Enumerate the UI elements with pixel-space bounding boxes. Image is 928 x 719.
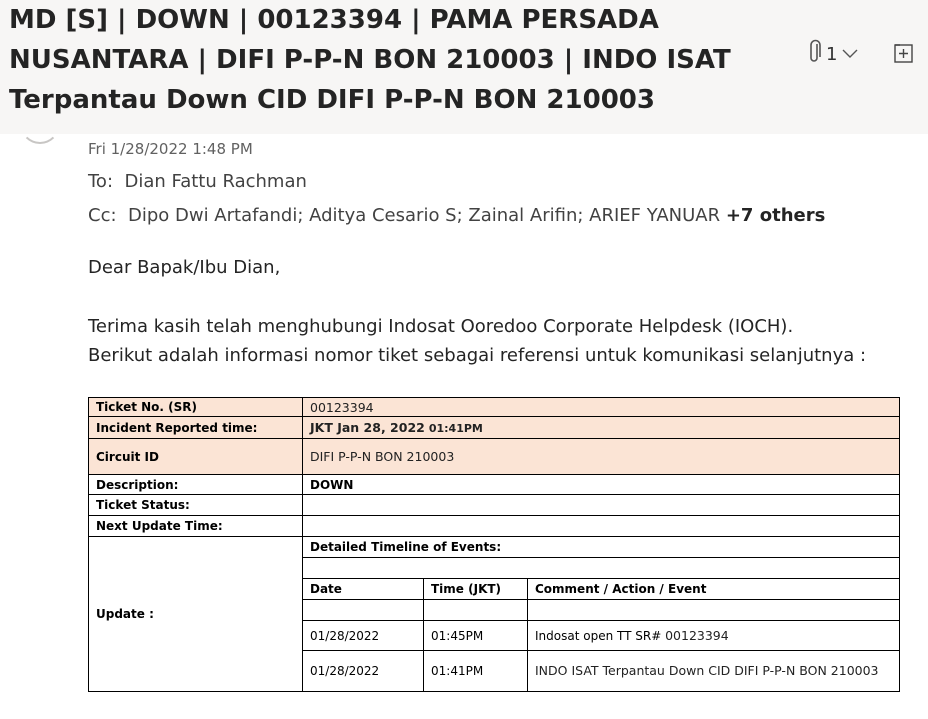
timeline-blank — [303, 599, 424, 621]
description-label: Description: — [88, 474, 303, 495]
chevron-down-icon — [841, 45, 859, 64]
intro-line: Terima kasih telah menghubungi Indosat O… — [88, 316, 794, 337]
reported-time-label: Incident Reported time: — [88, 416, 303, 439]
circuit-id-label: Circuit ID — [88, 438, 303, 475]
subject-line: MD [S] | DOWN | 00123394 | PAMA PERSADA — [9, 5, 659, 35]
reported-time: 01:41PM — [428, 422, 483, 435]
timeline-table: Detailed Timeline of Events: Date Time (… — [303, 537, 899, 691]
circuit-id-value: DIFI P-P-N BON 210003 — [302, 438, 900, 475]
timeline-blank — [423, 599, 528, 621]
timeline-date: 01/28/2022 — [303, 650, 424, 691]
intro-paragraph: Terima kasih telah menghubungi Indosat O… — [88, 312, 866, 370]
timeline-comment: INDO ISAT Terpantau Down CID DIFI P-P-N … — [527, 650, 899, 691]
timeline-title: Detailed Timeline of Events: — [303, 537, 899, 558]
timeline-row: 01/28/2022 01:41PM INDO ISAT Terpantau D… — [303, 650, 899, 691]
timeline-header-time: Time (JKT) — [423, 578, 528, 600]
timeline-comment: Indosat open TT SR# 00123394 — [527, 620, 899, 651]
table-row: Next Update Time: — [88, 515, 900, 537]
subject-line: Terpantau Down CID DIFI P-P-N BON 210003 — [9, 85, 655, 115]
cc-label: Cc: — [88, 205, 117, 226]
to-recipients: To: Dian Fattu Rachman — [88, 171, 307, 192]
ticket-table: Ticket No. (SR) 00123394 Incident Report… — [88, 397, 900, 692]
table-row: Update : Detailed Timeline of Events: Da… — [88, 536, 900, 692]
timeline-cell: Detailed Timeline of Events: Date Time (… — [302, 536, 900, 692]
update-label: Update : — [88, 536, 303, 692]
timeline-spacer — [303, 557, 899, 579]
ticket-no-label: Ticket No. (SR) — [88, 397, 303, 417]
table-row: Circuit ID DIFI P-P-N BON 210003 — [88, 438, 900, 475]
cc-list[interactable]: Dipo Dwi Artafandi; Aditya Cesario S; Za… — [128, 205, 720, 226]
timeline-date: 01/28/2022 — [303, 620, 424, 651]
attachment-count: 1 — [826, 43, 838, 65]
timeline-header-comment: Comment / Action / Event — [527, 578, 899, 600]
sent-date: Fri 1/28/2022 1:48 PM — [88, 140, 253, 158]
ticket-status-value — [302, 494, 900, 516]
message-header: MD [S] | DOWN | 00123394 | PAMA PERSADA … — [0, 0, 928, 134]
to-recipient[interactable]: Dian Fattu Rachman — [124, 171, 306, 192]
expand-icon[interactable] — [892, 42, 914, 64]
email-subject: MD [S] | DOWN | 00123394 | PAMA PERSADA … — [9, 0, 789, 120]
timeline-header-date: Date — [303, 578, 424, 600]
timeline-comment-prefix: Indosat open TT SR# — [535, 629, 662, 643]
description-value: DOWN — [302, 474, 900, 495]
cc-recipients: Cc: Dipo Dwi Artafandi; Aditya Cesario S… — [88, 205, 825, 226]
table-row: Incident Reported time: JKT Jan 28, 2022… — [88, 416, 900, 439]
greeting: Dear Bapak/Ibu Dian, — [88, 257, 281, 278]
ticket-no-value: 00123394 — [302, 397, 900, 417]
timeline-time: 01:45PM — [423, 620, 528, 651]
ticket-status-label: Ticket Status: — [88, 494, 303, 516]
cc-more-link[interactable]: +7 others — [726, 205, 825, 226]
table-row: Description: DOWN — [88, 474, 900, 495]
timeline-blank — [527, 599, 899, 621]
table-row: Ticket Status: — [88, 494, 900, 516]
reported-date: JKT Jan 28, 2022 — [310, 420, 425, 435]
intro-line: Berikut adalah informasi nomor tiket seb… — [88, 345, 867, 366]
to-label: To: — [88, 171, 114, 192]
reported-time-value: JKT Jan 28, 2022 01:41PM — [302, 416, 900, 439]
paperclip-icon — [808, 39, 822, 69]
next-update-value — [302, 515, 900, 537]
avatar[interactable] — [20, 104, 60, 144]
timeline-time: 01:41PM — [423, 650, 528, 691]
attachments-button[interactable]: 1 — [808, 39, 859, 69]
next-update-label: Next Update Time: — [88, 515, 303, 537]
table-row: Ticket No. (SR) 00123394 — [88, 397, 900, 417]
timeline-row: 01/28/2022 01:45PM Indosat open TT SR# 0… — [303, 620, 899, 651]
timeline-comment-value: 00123394 — [665, 628, 729, 643]
subject-line: NUSANTARA | DIFI P-P-N BON 210003 | INDO… — [9, 45, 731, 75]
